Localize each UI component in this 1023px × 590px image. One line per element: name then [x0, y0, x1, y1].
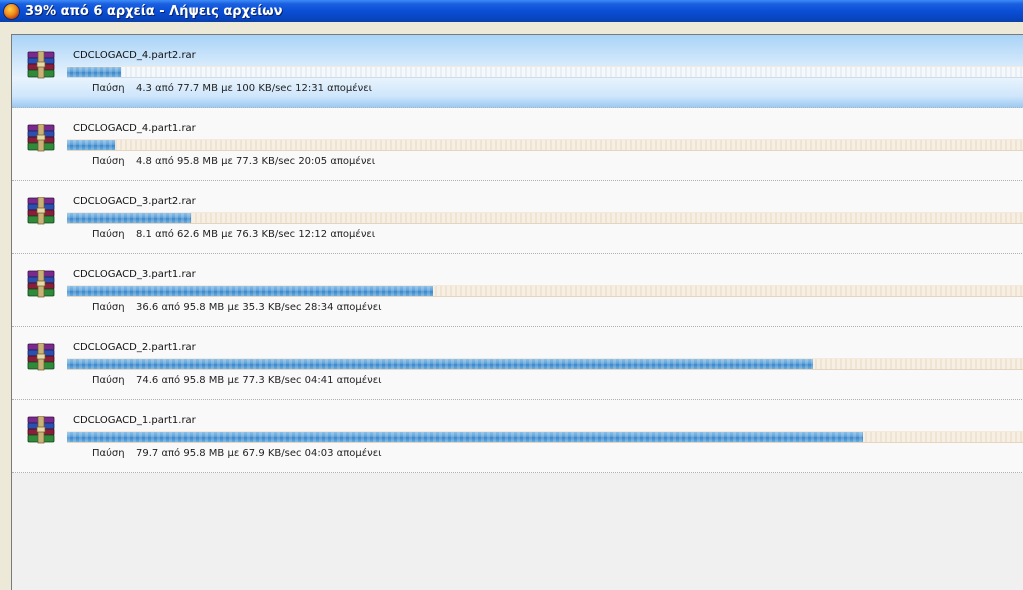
download-filename: CDCLOGACD_2.part1.rar [73, 342, 196, 353]
download-progress-fill [67, 286, 433, 296]
winrar-archive-icon [27, 343, 55, 371]
winrar-archive-icon [27, 270, 55, 298]
download-filename: CDCLOGACD_4.part1.rar [73, 123, 196, 134]
download-status-label: Παύση [92, 229, 125, 240]
winrar-archive-icon [27, 197, 55, 225]
download-filename: CDCLOGACD_4.part2.rar [73, 50, 196, 61]
download-list[interactable]: CDCLOGACD_4.part2.rar Παύση 4.3 από 77.7… [11, 34, 1023, 590]
download-status-text: 8.1 από 62.6 MB με 76.3 KB/sec 12:12 απο… [136, 229, 376, 240]
download-status-text: 74.6 από 95.8 MB με 77.3 KB/sec 04:41 απ… [136, 375, 382, 386]
download-progress-bar [67, 285, 1023, 297]
download-progress-bar [67, 66, 1023, 78]
firefox-icon[interactable] [4, 3, 19, 19]
download-filename: CDCLOGACD_3.part1.rar [73, 269, 196, 280]
download-status-text: 4.8 από 95.8 MB με 77.3 KB/sec 20:05 απο… [136, 156, 376, 167]
download-progress-fill [67, 67, 121, 77]
download-status-label: Παύση [92, 83, 125, 94]
download-item[interactable]: CDCLOGACD_4.part1.rar Παύση 4.8 από 95.8… [12, 108, 1023, 181]
window-frame: CDCLOGACD_4.part2.rar Παύση 4.3 από 77.7… [0, 22, 1023, 590]
download-status-text: 36.6 από 95.8 MB με 35.3 KB/sec 28:34 απ… [136, 302, 382, 313]
download-status-text: 79.7 από 95.8 MB με 67.9 KB/sec 04:03 απ… [136, 448, 382, 459]
download-progress-bar [67, 212, 1023, 224]
download-item[interactable]: CDCLOGACD_4.part2.rar Παύση 4.3 από 77.7… [12, 35, 1023, 108]
winrar-archive-icon [27, 416, 55, 444]
window-title: 39% από 6 αρχεία - Λήψεις αρχείων [25, 3, 283, 19]
download-progress-bar [67, 358, 1023, 370]
winrar-archive-icon [27, 51, 55, 79]
download-filename: CDCLOGACD_3.part2.rar [73, 196, 196, 207]
title-bar[interactable]: 39% από 6 αρχεία - Λήψεις αρχείων [0, 0, 1023, 22]
download-item[interactable]: CDCLOGACD_2.part1.rar Παύση 74.6 από 95.… [12, 327, 1023, 400]
download-progress-fill [67, 213, 192, 223]
download-status-text: 4.3 από 77.7 MB με 100 KB/sec 12:31 απομ… [136, 83, 373, 94]
download-status-label: Παύση [92, 302, 125, 313]
download-filename: CDCLOGACD_1.part1.rar [73, 415, 196, 426]
download-progress-bar [67, 431, 1023, 443]
download-item[interactable]: CDCLOGACD_1.part1.rar Παύση 79.7 από 95.… [12, 400, 1023, 473]
winrar-archive-icon [27, 124, 55, 152]
download-progress-fill [67, 359, 813, 369]
download-item[interactable]: CDCLOGACD_3.part1.rar Παύση 36.6 από 95.… [12, 254, 1023, 327]
download-status-label: Παύση [92, 448, 125, 459]
download-item[interactable]: CDCLOGACD_3.part2.rar Παύση 8.1 από 62.6… [12, 181, 1023, 254]
download-progress-bar [67, 139, 1023, 151]
download-progress-fill [67, 140, 115, 150]
download-status-label: Παύση [92, 156, 125, 167]
download-progress-fill [67, 432, 864, 442]
download-status-label: Παύση [92, 375, 125, 386]
